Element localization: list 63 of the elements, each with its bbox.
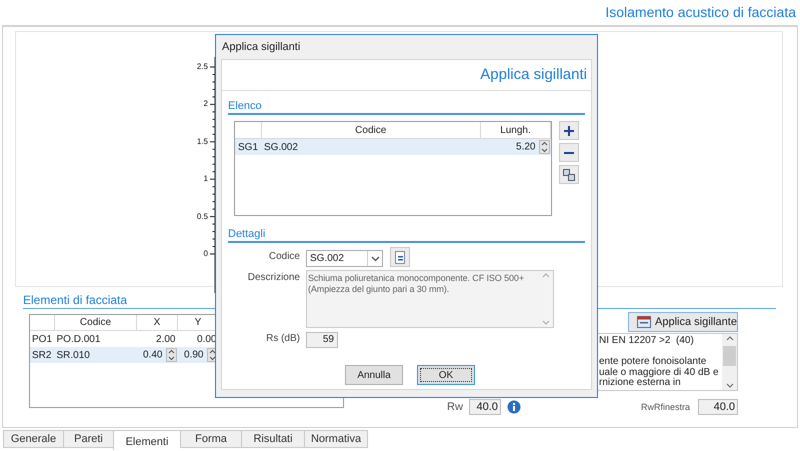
dialog-button[interactable]: OK [417,365,475,385]
table-cell: 2.00 [156,334,176,344]
tick-label: 2 [202,99,208,110]
spinner-control[interactable] [538,140,550,154]
table-row[interactable]: SG1 SG.002 5.20 [235,138,550,155]
field-label: Descrizione [246,271,300,285]
remove-button[interactable] [559,143,579,162]
rw-field: 40.0 [468,399,501,415]
dialog-heading: Applica sigillanti [480,66,587,83]
scroll-down-icon[interactable] [724,381,734,390]
row-header-cell: PO1 [30,330,54,347]
notes-text: NI EN 12207 >2 (40) ente potere fonoisolante uale o maggiore di 40 dB e rnizione esterna in [598,334,720,390]
tab[interactable]: Generale [3,430,63,448]
section-title: Elenco [228,100,585,115]
table-cell: 0.40 [143,350,162,361]
row-header-cell: SR2 [30,347,54,363]
notes-field[interactable]: NI EN 12207 >2 (40) ente potere fonoisolante uale o maggiore di 40 dB e rnizione esterna in [597,333,738,391]
arrange-button[interactable] [559,165,579,184]
field-label: Rw [447,401,463,413]
tab[interactable]: Forma [180,430,241,448]
table-cell: 5.20 [516,142,536,153]
tick-label: 0.5 [196,212,208,223]
table-row[interactable]: SR2 SR.010 0.40 0.90 [30,347,218,363]
dialog-button[interactable]: Annulla [345,365,403,385]
column-header: Codice [54,315,136,330]
apply-sealant-button[interactable]: Applica sigillante [628,312,738,332]
details-button[interactable] [390,247,410,267]
field-label: Rs (dB) [265,332,300,346]
rw-window-field: 40.0 [698,399,738,415]
codice-dropdown[interactable]: SG.002 [306,250,383,266]
window-icon [637,315,651,329]
document-icon [394,250,406,264]
scrollbar[interactable] [722,334,737,390]
tick-label: 1 [202,174,208,186]
table-cell: PO.D.001 [54,330,136,347]
spinner-arrows-icon [208,348,216,362]
add-button[interactable] [559,121,579,140]
field-label: RwRfinestra [640,402,690,412]
spinner-arrows-icon [540,140,548,154]
tick-label: 0 [202,248,208,260]
section-title: Dettagli [228,228,585,243]
scroll-up-icon[interactable] [724,334,734,343]
field-label: Codice [268,250,300,264]
rs-field: 59 [306,332,338,348]
info-icon[interactable] [506,400,521,414]
row-header-cell: SG1 [235,138,262,155]
plus-icon [563,124,575,136]
page-title: Isolamento acustico di facciata [605,4,796,20]
table-cell: SR.010 [54,347,136,363]
tab[interactable]: Risultati [241,430,304,448]
table-cell: SG.002 [261,138,480,155]
spinner-control[interactable] [166,348,176,362]
tab[interactable]: Normativa [304,430,368,448]
tab[interactable]: Elementi [113,430,180,450]
column-header: X [136,315,178,330]
dialog-title: Applica sigillanti [221,40,302,55]
squares-icon [563,168,575,180]
spinner-arrows-icon [166,348,176,362]
tick-label: 2.5 [196,62,208,73]
chevron-down-icon [370,254,380,262]
table-cell: 0.90 [184,350,204,361]
tick-label: 1.5 [196,136,208,148]
tab[interactable]: Pareti [63,430,113,448]
